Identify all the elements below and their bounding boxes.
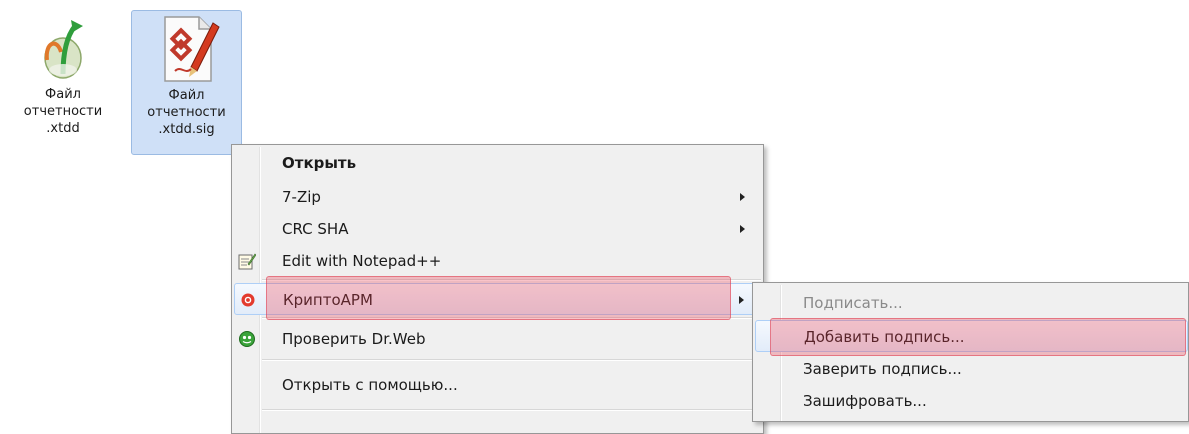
menu-item-crc-sha[interactable]: CRC SHA (234, 213, 761, 245)
menu-item-label: Открыть с помощью... (282, 376, 458, 394)
signed-document-icon (163, 16, 220, 82)
notepad-icon (238, 253, 256, 270)
menu-separator (262, 409, 761, 411)
highlight-cryptoarm (266, 276, 731, 320)
submenu-arrow-icon (740, 193, 745, 201)
cryptoarm-icon (241, 293, 255, 307)
submenu-arrow-icon (739, 296, 744, 304)
menu-item-edit-notepad[interactable]: Edit with Notepad++ (234, 245, 761, 277)
menu-item-label: Проверить Dr.Web (282, 330, 426, 348)
menu-item-label: CRC SHA (282, 220, 349, 238)
menu-item-label: Открыть (282, 154, 357, 172)
submenu-arrow-icon (740, 225, 745, 233)
menu-item-label: 7-Zip (282, 188, 321, 206)
file-label-xtdd-sig: Файл отчетности .xtdd.sig (147, 88, 226, 137)
menu-item-label: Заверить подпись... (803, 360, 962, 378)
xtdd-file-icon (44, 20, 83, 79)
menu-item-open[interactable]: Открыть (234, 147, 761, 179)
file-icon-xtdd[interactable]: Файл отчетности .xtdd (12, 10, 114, 160)
menu-item-7zip[interactable]: 7-Zip (234, 181, 761, 213)
menu-item-open-with[interactable]: Открыть с помощью... (234, 369, 761, 401)
file-label-xtdd: Файл отчетности .xtdd (23, 87, 103, 136)
file-icon-xtdd-sig[interactable]: Файл отчетности .xtdd.sig (131, 10, 242, 155)
submenu-item-sign[interactable]: Подписать... (755, 287, 1186, 319)
menu-item-label: Зашифровать... (803, 392, 927, 410)
menu-item-label: Подписать... (803, 294, 903, 312)
menu-item-label: Edit with Notepad++ (282, 252, 442, 270)
drweb-icon (239, 331, 255, 347)
menu-separator (262, 359, 761, 361)
submenu-item-certify-signature[interactable]: Заверить подпись... (755, 353, 1186, 385)
menu-item-check-drweb[interactable]: Проверить Dr.Web (234, 323, 761, 355)
submenu-item-encrypt[interactable]: Зашифровать... (755, 385, 1186, 417)
highlight-add-signature (770, 318, 1186, 356)
